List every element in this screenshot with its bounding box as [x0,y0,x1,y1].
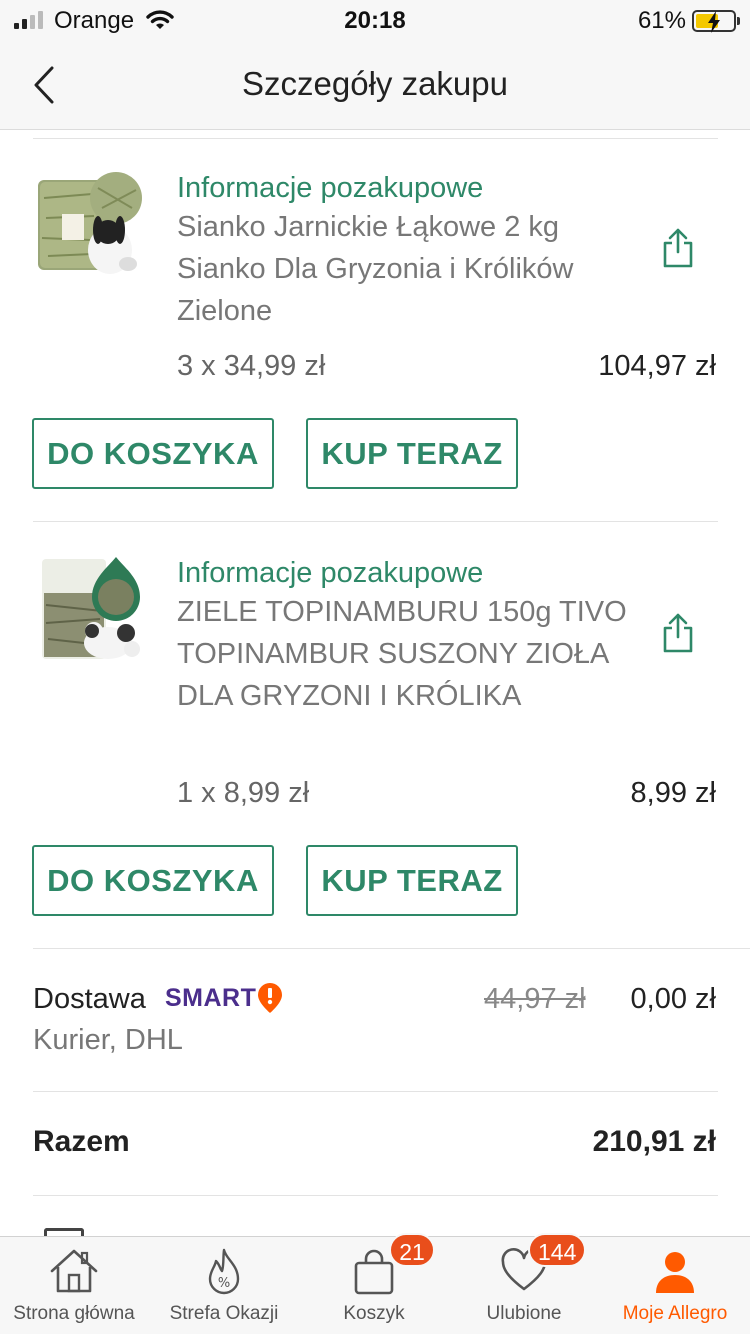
add-to-cart-button[interactable]: DO KOSZYKA [32,418,274,489]
tab-home[interactable]: Strona główna [0,1237,148,1334]
favorites-count-badge: 144 [528,1233,587,1267]
product-name[interactable]: ZIELE TOPINAMBURU 150g TIVO TOPINAMBUR S… [177,591,637,717]
flame-percent-icon: % [208,1248,240,1295]
home-icon [50,1249,98,1293]
tab-label: Moje Allegro [622,1303,728,1324]
order-item: Informacje pozakupowe ZIELE TOPINAMBURU … [0,545,750,945]
product-name[interactable]: Sianko Jarnickie Łąkowe 2 kg Sianko Dla … [177,206,637,332]
battery-percent: 61% [637,7,686,34]
quantity-unit-price: 3 x 34,99 zł [177,350,326,382]
share-icon[interactable] [660,611,696,655]
divider [33,1195,718,1196]
status-bar: Orange 20:18 61% [0,0,750,40]
delivery-method: Kurier, DHL [33,1024,183,1056]
post-purchase-info-link[interactable]: Informacje pozakupowe [177,172,483,205]
tab-label: Strona główna [13,1303,135,1324]
item-total-price: 8,99 zł [630,777,716,809]
charging-bolt-icon [708,11,720,33]
divider [33,948,750,949]
delivery-price: 0,00 zł [630,983,716,1015]
total-label: Razem [33,1125,130,1158]
order-item: Informacje pozakupowe Sianko Jarnickie Ł… [0,160,750,520]
divider [33,138,718,139]
tab-deals[interactable]: % Strefa Okazji [150,1237,298,1334]
tab-favorites[interactable]: 144 Ulubione [450,1233,598,1334]
delivery-label: Dostawa [33,983,146,1015]
top-navigation-bar: Szczegóły zakupu [0,40,750,130]
divider [33,1091,718,1092]
total-value: 210,91 zł [592,1125,716,1158]
smart-exclamation-icon [258,983,283,1013]
document-icon [44,1228,84,1236]
bottom-tab-bar: Strona główna % Strefa Okazji 21 Koszyk … [0,1233,750,1334]
tab-my-allegro[interactable]: Moje Allegro [600,1237,750,1334]
post-purchase-info-link[interactable]: Informacje pozakupowe [177,557,483,590]
user-icon [656,1252,694,1293]
herbs-rabbit-product-image[interactable] [32,553,144,668]
delivery-old-price: 44,97 zł [484,983,586,1015]
add-to-cart-button[interactable]: DO KOSZYKA [32,845,274,916]
buy-now-button[interactable]: KUP TERAZ [306,418,518,489]
cart-count-badge: 21 [389,1233,435,1267]
tab-label: Koszyk [343,1303,405,1324]
item-total-price: 104,97 zł [598,350,716,382]
share-icon[interactable] [660,226,696,270]
hay-rabbit-product-image[interactable] [32,168,144,283]
tab-cart[interactable]: 21 Koszyk [300,1233,448,1334]
battery-icon [692,10,740,33]
smart-badge: SMART [165,982,283,1014]
quantity-unit-price: 1 x 8,99 zł [177,777,310,809]
svg-text:%: % [218,1276,230,1291]
tab-label: Ulubione [486,1303,562,1324]
divider [33,521,718,522]
smart-badge-text: SMART [165,983,257,1012]
page-title: Szczegóły zakupu [242,65,508,102]
buy-now-button[interactable]: KUP TERAZ [306,845,518,916]
tab-label: Strefa Okazji [169,1303,279,1324]
